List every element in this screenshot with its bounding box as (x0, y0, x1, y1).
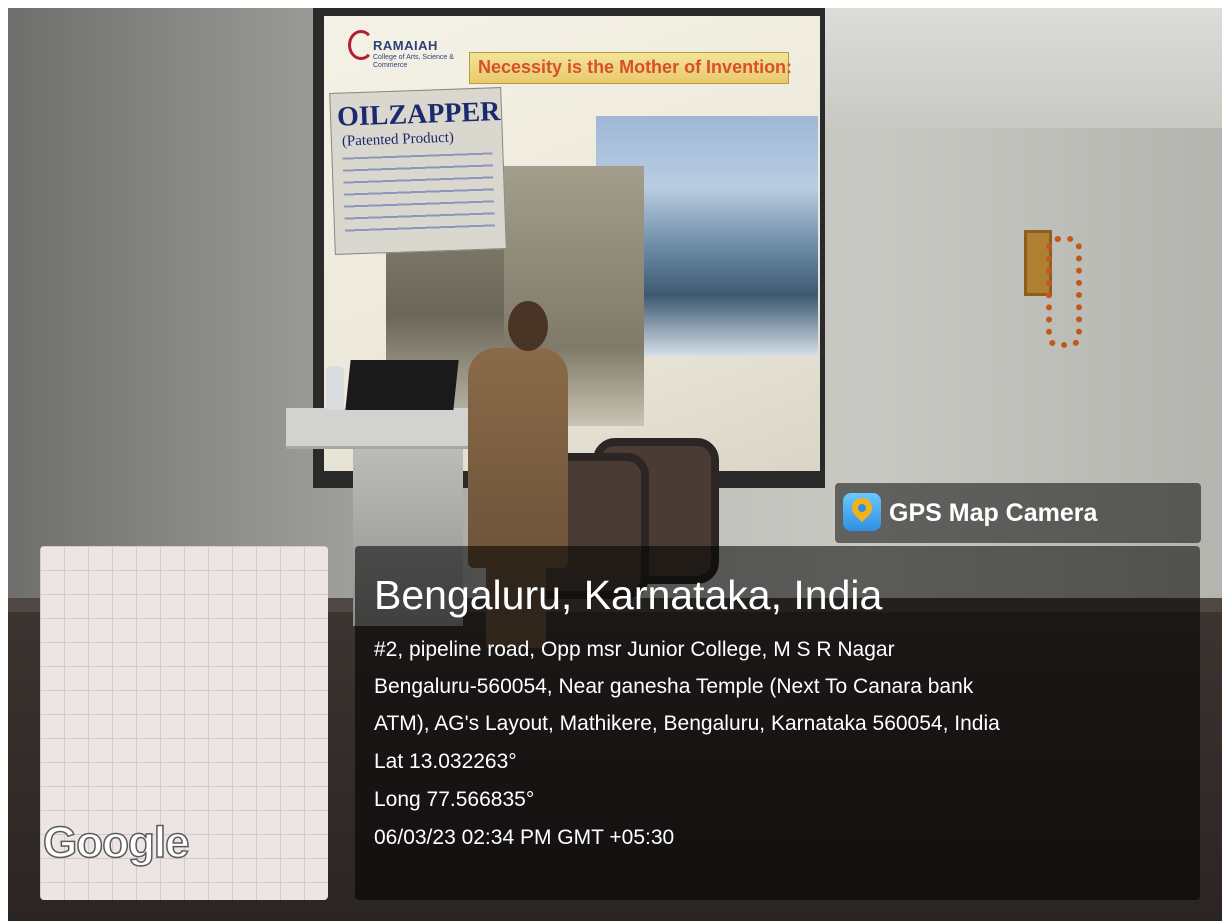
map-thumbnail: Google (40, 546, 328, 900)
college-name: RAMAIAH (373, 38, 438, 53)
speaker-head (508, 301, 548, 351)
gps-camera-label: GPS Map Camera (889, 499, 1098, 527)
location-info-panel: Bengaluru, Karnataka, India #2, pipeline… (355, 546, 1200, 900)
address-line: Bengaluru-560054, Near ganesha Temple (N… (374, 675, 974, 698)
college-subtitle: College of Arts, Science & Commerce (373, 54, 454, 69)
poster-text-lines (342, 152, 496, 238)
water-bottle (326, 366, 344, 410)
college-logo-icon (348, 30, 374, 60)
timestamp-text: 06/03/23 02:34 PM GMT +05:30 (374, 826, 675, 849)
google-logo: Google (42, 817, 190, 868)
address-line: ATM), AG's Layout, Mathikere, Bengaluru,… (374, 712, 1000, 735)
flower-garland (1046, 236, 1082, 348)
slide-poster: OILZAPPER (Patented Product) (329, 87, 507, 255)
latitude-text: Lat 13.032263° (374, 750, 517, 773)
speaker-body (468, 348, 568, 568)
gps-map-camera-icon (843, 493, 881, 531)
poster-brand: OILZAPPER (336, 96, 501, 133)
laptop (345, 360, 459, 410)
poster-subtitle: (Patented Product) (341, 129, 455, 150)
longitude-text: Long 77.566835° (374, 788, 535, 811)
gps-camera-badge: GPS Map Camera (835, 483, 1201, 543)
slide-title: Necessity is the Mother of Invention: (469, 52, 792, 84)
location-title: Bengaluru, Karnataka, India (374, 572, 883, 618)
address-line: #2, pipeline road, Opp msr Junior Colleg… (374, 638, 895, 661)
location-pin-icon (847, 493, 877, 523)
